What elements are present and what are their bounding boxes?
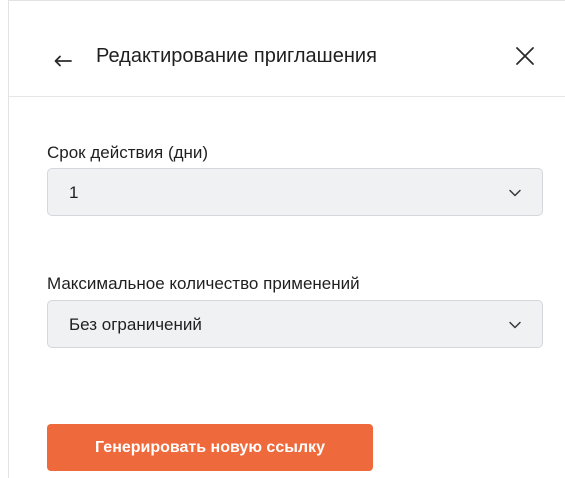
chevron-down-icon xyxy=(508,186,522,200)
chevron-down-icon xyxy=(508,318,522,332)
expiry-label: Срок действия (дни) xyxy=(47,143,209,162)
generate-link-button[interactable]: Генерировать новую ссылку xyxy=(47,424,373,471)
edit-invite-panel: Редактирование приглашения Срок действия… xyxy=(8,0,565,478)
expiry-select-value: 1 xyxy=(69,183,79,202)
max-uses-select[interactable]: Без ограничений xyxy=(47,300,543,348)
max-uses-select-value: Без ограничений xyxy=(69,315,202,334)
max-uses-label: Максимальное количество применений xyxy=(47,274,360,293)
expiry-select[interactable]: 1 xyxy=(47,168,543,216)
page-title: Редактирование приглашения xyxy=(96,45,377,67)
panel-header: Редактирование приглашения xyxy=(9,1,565,97)
back-arrow-icon[interactable] xyxy=(51,45,75,69)
close-icon[interactable] xyxy=(513,44,537,68)
